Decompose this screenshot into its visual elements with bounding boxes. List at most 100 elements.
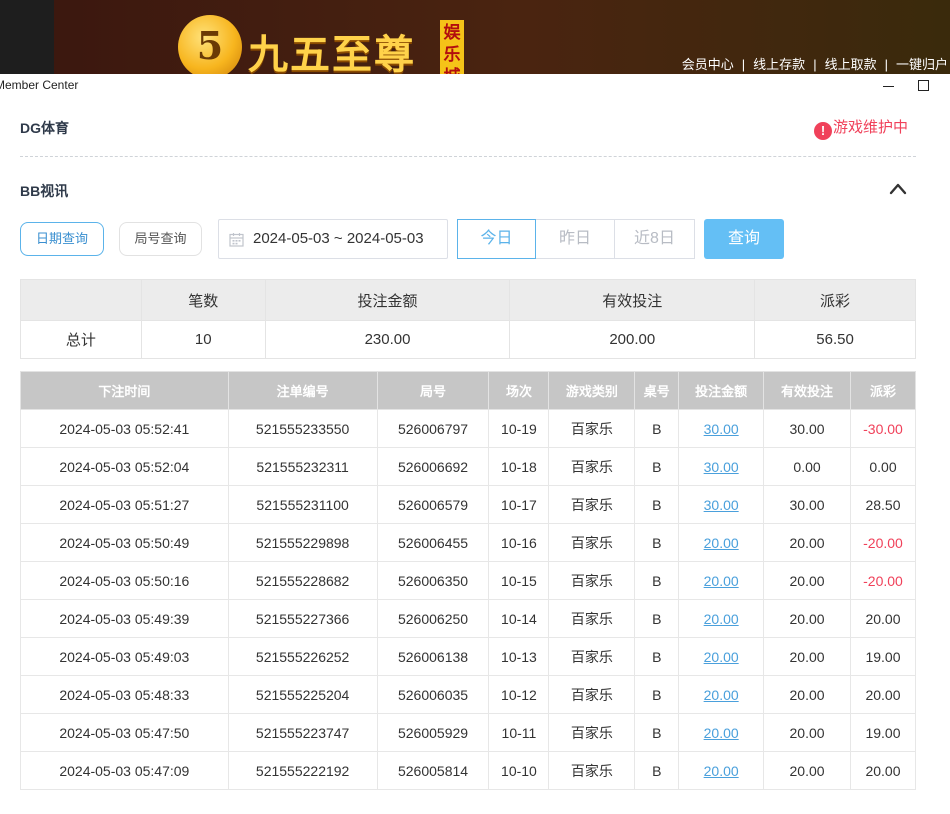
bet-amount-link[interactable]: 20.00	[678, 675, 765, 714]
bet-time-cell: 2024-05-03 05:52:41	[20, 409, 229, 448]
quick-last8days-button[interactable]: 近8日	[615, 219, 695, 259]
bet-time-cell: 2024-05-03 05:50:49	[20, 523, 229, 562]
bet-amount-link[interactable]: 20.00	[678, 523, 765, 562]
summary-total-row: 总计 10 230.00 200.00 56.50	[20, 320, 916, 359]
valid-bet-cell: 20.00	[763, 523, 851, 562]
header-payout: 派彩	[849, 371, 917, 410]
bet-amount-link[interactable]: 30.00	[678, 447, 765, 486]
summary-cell: 230.00	[264, 320, 511, 359]
window-title-bar: Member Center	[0, 76, 950, 96]
logo-mark-text: 5	[196, 23, 224, 68]
table-row: 2024-05-03 05:50:49 521555229898 526006455…	[20, 523, 917, 562]
banner-left-block	[0, 0, 54, 74]
game-type-cell: 百家乐	[548, 523, 636, 562]
header-valid-bet: 有效投注	[763, 371, 851, 410]
bet-id-cell: 521555222192	[227, 751, 378, 790]
payout-cell: 28.50	[849, 485, 917, 524]
bet-time-cell: 2024-05-03 05:47:09	[20, 751, 229, 790]
link-member-center[interactable]: 会员中心	[682, 57, 734, 72]
table-row: 2024-05-03 05:48:33 521555225204 526006035…	[20, 675, 917, 714]
link-online-withdraw[interactable]: 线上取款	[825, 57, 877, 72]
quick-yesterday-button[interactable]: 昨日	[536, 219, 615, 259]
round-query-tab[interactable]: 局号查询	[119, 222, 202, 256]
valid-bet-cell: 30.00	[763, 485, 851, 524]
payout-cell: 20.00	[849, 751, 917, 790]
round-id-cell: 526006455	[376, 523, 490, 562]
summary-cell: 10	[140, 320, 266, 359]
bet-time-cell: 2024-05-03 05:49:39	[20, 599, 229, 638]
bet-time-cell: 2024-05-03 05:48:33	[20, 675, 229, 714]
table-cell: B	[634, 523, 680, 562]
bet-time-cell: 2024-05-03 05:49:03	[20, 637, 229, 676]
session-cell: 10-19	[488, 409, 550, 448]
bet-amount-link[interactable]: 30.00	[678, 409, 765, 448]
header-session: 场次	[488, 371, 550, 410]
bet-amount-link[interactable]: 20.00	[678, 751, 765, 790]
payout-cell: 19.00	[849, 637, 917, 676]
valid-bet-cell: 20.00	[763, 675, 851, 714]
detail-header-row: 下注时间 注单编号 局号 场次 游戏类别 桌号 投注金额 有效投注 派彩	[20, 371, 917, 410]
session-cell: 10-13	[488, 637, 550, 676]
bet-amount-link[interactable]: 20.00	[678, 713, 765, 752]
bet-amount-link[interactable]: 30.00	[678, 485, 765, 524]
session-cell: 10-11	[488, 713, 550, 752]
table-row: 2024-05-03 05:50:16 521555228682 526006350…	[20, 561, 917, 600]
game-type-cell: 百家乐	[548, 409, 636, 448]
session-cell: 10-10	[488, 751, 550, 790]
round-id-cell: 526005814	[376, 751, 490, 790]
payout-cell: 20.00	[849, 599, 917, 638]
bet-amount-link[interactable]: 20.00	[678, 637, 765, 676]
bet-id-cell: 521555226252	[227, 637, 378, 676]
section-dg-title: DG体育	[20, 120, 69, 136]
round-id-cell: 526006250	[376, 599, 490, 638]
table-row: 2024-05-03 05:47:09 521555222192 526005814…	[20, 751, 917, 790]
bet-time-cell: 2024-05-03 05:51:27	[20, 485, 229, 524]
header-bet-amount: 投注金额	[678, 371, 765, 410]
section-dg: DG体育 ! 游戏维护中	[20, 116, 916, 146]
bet-amount-link[interactable]: 20.00	[678, 599, 765, 638]
table-cell: B	[634, 637, 680, 676]
table-row: 2024-05-03 05:52:41 521555233550 526006797…	[20, 409, 917, 448]
header-bet-id: 注单编号	[227, 371, 378, 410]
bet-time-cell: 2024-05-03 05:52:04	[20, 447, 229, 486]
maximize-icon[interactable]	[918, 80, 929, 91]
summary-cell: 200.00	[509, 320, 756, 359]
link-one-click-transfer[interactable]: 一键归户	[896, 57, 948, 72]
header-bet-time: 下注时间	[20, 371, 229, 410]
round-id-cell: 526006797	[376, 409, 490, 448]
detail-body: 2024-05-03 05:52:41 521555233550 526006797…	[20, 409, 917, 790]
game-type-cell: 百家乐	[548, 675, 636, 714]
session-cell: 10-12	[488, 675, 550, 714]
session-cell: 10-17	[488, 485, 550, 524]
bet-amount-link[interactable]: 20.00	[678, 561, 765, 600]
table-row: 2024-05-03 05:49:03 521555226252 526006138…	[20, 637, 917, 676]
minimize-icon[interactable]	[882, 78, 896, 92]
alert-icon: !	[813, 122, 832, 140]
game-type-cell: 百家乐	[548, 447, 636, 486]
table-cell: B	[634, 599, 680, 638]
calendar-icon	[229, 233, 244, 247]
date-range-picker[interactable]: 2024-05-03 ~ 2024-05-03	[218, 219, 448, 259]
game-type-cell: 百家乐	[548, 751, 636, 790]
bet-id-cell: 521555227366	[227, 599, 378, 638]
summary-cell: 总计	[20, 320, 142, 359]
game-type-cell: 百家乐	[548, 561, 636, 600]
session-cell: 10-16	[488, 523, 550, 562]
session-cell: 10-14	[488, 599, 550, 638]
chevron-up-icon[interactable]	[889, 180, 907, 198]
top-links: 会员中心 | 线上存款 | 线上取款 | 一键归户	[681, 57, 948, 72]
date-query-tab[interactable]: 日期查询	[20, 222, 104, 256]
game-type-cell: 百家乐	[548, 713, 636, 752]
query-button[interactable]: 查询	[704, 219, 784, 259]
bet-id-cell: 521555231100	[227, 485, 378, 524]
session-cell: 10-18	[488, 447, 550, 486]
logo-badge: 娱乐城	[440, 20, 464, 74]
table-row: 2024-05-03 05:49:39 521555227366 526006250…	[20, 599, 917, 638]
link-online-deposit[interactable]: 线上存款	[753, 57, 805, 72]
quick-today-button[interactable]: 今日	[457, 219, 536, 259]
section-bb-title: BB视讯	[20, 183, 69, 199]
payout-cell: 0.00	[849, 447, 917, 486]
header-game-type: 游戏类别	[548, 371, 636, 410]
table-cell: B	[634, 447, 680, 486]
valid-bet-cell: 20.00	[763, 561, 851, 600]
